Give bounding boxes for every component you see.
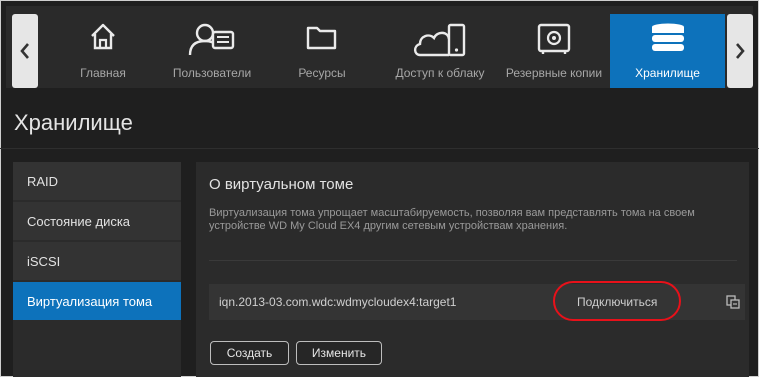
nav-backups[interactable]: Резервные копии [498,14,610,88]
folder-icon [306,26,337,50]
section-description: Виртуализация тома упрощает масштабируем… [209,207,695,232]
title-divider [0,148,759,149]
chevron-left-icon [20,43,29,59]
connect-link[interactable]: Подключиться [577,295,657,309]
storage-icon [651,23,684,51]
main-panel: О виртуальном томе Виртуализация тома уп… [196,162,749,377]
nav-storage-label: Хранилище [635,66,700,80]
cloud-device-icon [413,23,466,57]
sidebar: RAID Состояние диска iSCSI Виртуализация… [13,162,181,377]
chevron-right-icon [736,43,745,59]
page-title: Хранилище [14,110,133,135]
edit-button[interactable]: Изменить [296,341,382,365]
nav-cloud-access[interactable]: Доступ к облаку [382,14,498,88]
nav-shares-label: Ресурсы [298,66,346,80]
sidebar-item-iscsi[interactable]: iSCSI [13,242,181,280]
sidebar-item-volume-virtualization[interactable]: Виртуализация тома [13,282,181,320]
create-button[interactable]: Создать [210,341,289,365]
nav-backups-label: Резервные копии [505,66,603,80]
nav-storage[interactable]: Хранилище [610,14,725,88]
nav-users[interactable]: Пользователи [162,14,262,88]
nav-users-label: Пользователи [172,66,252,80]
section-title: О виртуальном томе [209,176,354,193]
sidebar-item-raid[interactable]: RAID [13,162,181,200]
nav-prev-button[interactable] [12,14,38,88]
sidebar-item-disk-status[interactable]: Состояние диска [13,202,181,240]
nav-next-button[interactable] [727,14,753,88]
home-icon [91,23,115,50]
top-navigation: Главная Пользователи Ресурсы Доступ к об… [6,6,753,88]
safe-icon [537,23,571,54]
nav-shares[interactable]: Ресурсы [262,14,382,88]
nav-cloud-access-label: Доступ к облаку [395,66,485,80]
target-row: iqn.2013-03.com.wdc:wdmycloudex4:target1… [209,281,745,321]
copy-details-icon[interactable] [726,295,740,309]
section-divider [209,260,737,261]
users-icon [188,23,235,56]
target-iqn: iqn.2013-03.com.wdc:wdmycloudex4:target1 [219,295,457,309]
nav-home[interactable]: Главная [44,14,162,88]
nav-home-label: Главная [80,66,126,80]
